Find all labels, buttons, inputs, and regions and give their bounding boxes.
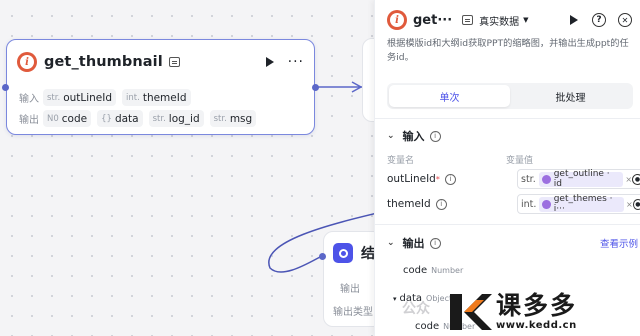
output-section-header[interactable]: ⌄ 输出 i <box>387 235 441 251</box>
node-outputs-row: 输出 N0 code {} data str. log_id str. msg <box>19 110 262 127</box>
tab-single[interactable]: 单次 <box>389 85 510 107</box>
expand-icon: ▾ <box>393 294 397 303</box>
divider <box>375 118 640 119</box>
view-example-link[interactable]: 查看示例 <box>600 236 638 250</box>
caret-down-icon: ▼ <box>523 16 529 24</box>
watermark-faded-text: 公众 <box>402 301 430 317</box>
more-options-icon[interactable]: ··· <box>288 55 304 69</box>
variable-reference: get_themes · i··· <box>539 194 624 214</box>
end-node-header: 结 <box>333 243 375 263</box>
data-mode-select[interactable]: 真实数据 ▼ <box>479 13 528 28</box>
info-icon[interactable]: i <box>435 198 447 210</box>
param-row: themeId i int. get_themes · i··· × ● <box>387 194 640 214</box>
end-output-label: 输出 <box>340 284 360 295</box>
param-row: outLineId * i str. get_outline · id × ● <box>387 169 640 189</box>
plugin-app-icon: i <box>387 10 407 30</box>
panel-title: get··· <box>413 12 453 28</box>
close-icon[interactable]: ✕ <box>618 13 632 27</box>
node-inputs-row: 输入 str. outLineId int. themeId <box>19 89 197 106</box>
panel-header: i get··· 真实数据 ▼ ? ✕ <box>387 9 632 31</box>
input-section-header[interactable]: ⌄ 输入 i <box>387 128 441 144</box>
info-icon: i <box>429 237 441 249</box>
plugin-description: 根据模版id和大纲id获取PPT的缩略图，并输出生成ppt的任务id。 <box>387 38 629 63</box>
variable-icon <box>542 199 551 209</box>
output-tag: str. msg <box>209 110 257 127</box>
run-play-icon[interactable] <box>265 57 274 67</box>
help-icon[interactable]: ? <box>592 13 606 27</box>
watermark-brand: 课多多 <box>496 291 578 320</box>
k-logo-icon <box>450 294 492 330</box>
remove-icon: × <box>625 174 633 184</box>
chevron-down-icon: ⌄ <box>387 131 395 141</box>
output-tag: str. log_id <box>148 110 204 127</box>
col-var-value: 变量值 <box>506 156 534 166</box>
output-field: codeNumber <box>403 265 464 276</box>
settings-icon: ● <box>632 198 640 210</box>
run-mode-tabs: 单次 批处理 <box>387 83 633 109</box>
input-port[interactable] <box>2 84 9 91</box>
info-icon: i <box>429 130 441 142</box>
output-port[interactable] <box>312 84 319 91</box>
info-icon[interactable]: i <box>444 173 456 185</box>
param-name: outLineId <box>387 173 436 185</box>
node-title: get_thumbnail <box>44 54 163 70</box>
node-test-panel: i get··· 真实数据 ▼ ? ✕ 根据模版id和大纲id获取PPT的缩略图，… <box>374 0 640 336</box>
node-header: i get_thumbnail ··· <box>17 51 304 73</box>
end-output-type-label: 输出类型 <box>333 307 373 318</box>
output-tag: N0 code <box>43 110 92 127</box>
tab-batch[interactable]: 批处理 <box>510 85 631 107</box>
settings-icon: ● <box>632 173 640 185</box>
output-tag: {} data <box>97 110 143 127</box>
required-mark: * <box>435 174 440 184</box>
watermark-logo: 课多多 www.kedd.cn <box>448 292 577 332</box>
get-thumbnail-node[interactable]: i get_thumbnail ··· 输入 str. outLineId int… <box>6 39 315 135</box>
variable-icon <box>541 174 551 184</box>
end-node-title: 结 <box>361 246 375 262</box>
param-name: themeId <box>387 198 431 210</box>
run-play-icon[interactable] <box>570 15 578 25</box>
param-value-field[interactable]: str. get_outline · id × ● <box>517 169 640 189</box>
input-tag: str. outLineId <box>43 89 117 106</box>
plugin-app-icon: i <box>17 52 37 72</box>
input-tag: int. themeId <box>122 89 191 106</box>
param-value-field[interactable]: int. get_themes · i··· × ● <box>517 194 640 214</box>
remove-icon: × <box>625 199 633 209</box>
end-input-port[interactable] <box>319 253 326 260</box>
chevron-down-icon: ⌄ <box>387 238 395 248</box>
outputs-label: 输出 <box>19 115 39 126</box>
watermark-url: www.kedd.cn <box>496 320 577 331</box>
col-var-name: 变量名 <box>387 156 415 166</box>
api-doc-icon[interactable] <box>462 15 474 25</box>
api-doc-icon[interactable] <box>168 57 180 67</box>
inputs-label: 输入 <box>19 94 39 105</box>
divider <box>375 224 640 225</box>
end-node-icon <box>333 243 353 263</box>
variable-reference: get_outline · id <box>538 169 624 189</box>
